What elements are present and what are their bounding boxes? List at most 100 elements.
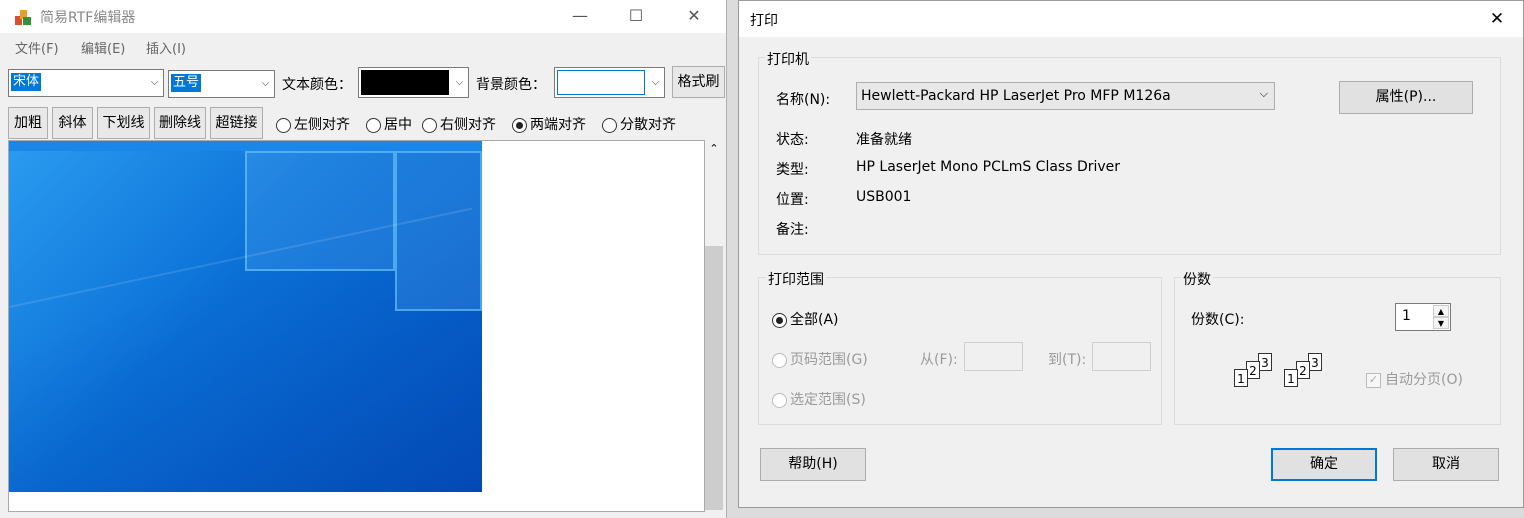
to-page-input[interactable] xyxy=(1092,342,1151,371)
collate-illustration: 3 2 1 3 2 1 xyxy=(1234,353,1344,395)
spin-down-icon[interactable]: ▼ xyxy=(1433,317,1449,329)
bg-color-swatch xyxy=(557,70,645,95)
status-value: 准备就绪 xyxy=(856,132,912,148)
print-dialog: 打印 ✕ 打印机 名称(N): Hewlett-Packard HP Laser… xyxy=(738,0,1524,508)
spin-up-icon[interactable]: ▲ xyxy=(1433,305,1449,317)
align-distributed-option[interactable]: 分散对齐 xyxy=(602,114,676,134)
text-color-swatch xyxy=(361,70,449,95)
radio-icon xyxy=(772,352,787,368)
checkbox-checked-icon: ✓ xyxy=(1366,372,1381,388)
window-pane-shape xyxy=(395,151,482,311)
page-icon: 1 xyxy=(1234,369,1248,387)
radio-icon xyxy=(602,117,617,133)
range-pages-option[interactable]: 页码范围(G) xyxy=(772,349,868,369)
printer-name-select[interactable]: Hewlett-Packard HP LaserJet Pro MFP M126… xyxy=(856,82,1275,110)
copies-group xyxy=(1174,277,1501,425)
align-justify-option[interactable]: 两端对齐 xyxy=(512,114,586,134)
close-icon: ✕ xyxy=(1489,9,1505,29)
strikethrough-button[interactable]: 删除线 xyxy=(154,107,206,139)
close-button[interactable]: ✕ xyxy=(1477,4,1517,34)
bold-button[interactable]: 加粗 xyxy=(8,107,48,139)
chevron-down-icon: ⌵ xyxy=(651,77,660,88)
help-button[interactable]: 帮助(H) xyxy=(760,448,866,481)
range-pages-label: 页码范围(G) xyxy=(790,352,868,368)
type-value: HP LaserJet Mono PCLmS Class Driver xyxy=(856,159,1121,175)
text-color-picker[interactable]: ⌵ xyxy=(358,67,469,98)
close-icon: ✕ xyxy=(687,6,701,25)
printer-group-title: 打印机 xyxy=(765,49,811,69)
font-name-select[interactable]: 宋体 ⌵ xyxy=(8,69,164,97)
bg-color-label: 背景颜色： xyxy=(476,77,546,93)
range-all-label: 全部(A) xyxy=(790,312,839,328)
page-icon: 2 xyxy=(1246,361,1260,379)
properties-button[interactable]: 属性(P)... xyxy=(1339,81,1473,114)
font-size-value: 五号 xyxy=(171,74,202,92)
hyperlink-button[interactable]: 超链接 xyxy=(210,107,263,139)
radio-icon xyxy=(772,392,787,408)
font-name-value: 宋体 xyxy=(11,73,42,91)
collate-checkbox[interactable]: ✓ 自动分页(O) xyxy=(1366,369,1463,389)
align-left-option[interactable]: 左侧对齐 xyxy=(276,114,350,134)
editor-title: 简易RTF编辑器 xyxy=(40,10,136,26)
embedded-image xyxy=(9,141,482,492)
type-label: 类型: xyxy=(776,162,809,178)
location-label: 位置: xyxy=(776,192,809,208)
radio-icon xyxy=(422,117,437,133)
ok-button[interactable]: 确定 xyxy=(1271,448,1377,481)
chevron-down-icon: ⌵ xyxy=(455,77,464,88)
align-center-label: 居中 xyxy=(384,117,412,133)
menu-edit[interactable]: 编辑(E) xyxy=(81,38,125,57)
print-title: 打印 xyxy=(750,13,778,29)
rich-text-area[interactable] xyxy=(8,140,705,512)
page-icon: 3 xyxy=(1308,353,1322,371)
chevron-down-icon: ⌵ xyxy=(261,78,270,89)
cancel-button[interactable]: 取消 xyxy=(1393,448,1499,481)
scrollbar-thumb[interactable] xyxy=(705,246,723,510)
radio-selected-icon xyxy=(772,312,787,328)
menu-file[interactable]: 文件(F) xyxy=(15,38,59,57)
to-label: 到(T): xyxy=(1048,352,1087,368)
menu-insert[interactable]: 插入(I) xyxy=(146,38,186,57)
minimize-button[interactable]: — xyxy=(557,0,603,33)
align-center-option[interactable]: 居中 xyxy=(366,114,412,134)
italic-button[interactable]: 斜体 xyxy=(52,107,93,139)
from-label: 从(F): xyxy=(920,352,958,368)
range-all-option[interactable]: 全部(A) xyxy=(772,309,839,329)
align-distributed-label: 分散对齐 xyxy=(620,117,676,133)
radio-selected-icon xyxy=(512,117,527,133)
editor-titlebar: 简易RTF编辑器 — ☐ ✕ xyxy=(0,0,726,33)
align-justify-label: 两端对齐 xyxy=(530,117,586,133)
rtf-editor-window: 简易RTF编辑器 — ☐ ✕ 文件(F) 编辑(E) 插入(I) 宋体 ⌵ 五号… xyxy=(0,0,727,518)
name-label: 名称(N): xyxy=(776,92,831,108)
maximize-button[interactable]: ☐ xyxy=(613,0,659,33)
radio-icon xyxy=(366,117,381,133)
format-brush-button[interactable]: 格式刷 xyxy=(672,66,725,98)
vertical-scrollbar[interactable]: ⌃ xyxy=(705,140,723,512)
range-selection-option[interactable]: 选定范围(S) xyxy=(772,389,866,409)
copies-group-title: 份数 xyxy=(1181,269,1213,289)
printer-name-value: Hewlett-Packard HP LaserJet Pro MFP M126… xyxy=(861,88,1171,104)
close-button[interactable]: ✕ xyxy=(671,0,717,33)
text-color-label: 文本颜色： xyxy=(282,77,352,93)
page-icon: 3 xyxy=(1258,353,1272,371)
collate-label: 自动分页(O) xyxy=(1385,372,1463,388)
from-page-input[interactable] xyxy=(964,342,1023,371)
comment-label: 备注: xyxy=(776,222,809,238)
chevron-down-icon: ⌵ xyxy=(150,77,159,88)
scroll-up-icon[interactable]: ⌃ xyxy=(705,142,723,155)
copies-label: 份数(C): xyxy=(1191,312,1245,328)
copies-value: 1 xyxy=(1402,308,1411,324)
print-range-title: 打印范围 xyxy=(766,269,826,289)
radio-icon xyxy=(276,117,291,133)
bg-color-picker[interactable]: ⌵ xyxy=(554,67,665,98)
app-icon xyxy=(14,8,32,26)
maximize-icon: ☐ xyxy=(628,6,644,25)
location-value: USB001 xyxy=(856,189,912,205)
image-top-strip xyxy=(9,141,482,151)
underline-button[interactable]: 下划线 xyxy=(97,107,150,139)
chevron-down-icon: ⌵ xyxy=(1259,87,1268,100)
align-right-option[interactable]: 右侧对齐 xyxy=(422,114,496,134)
copies-spinner[interactable]: 1 ▲ ▼ xyxy=(1395,303,1451,331)
range-selection-label: 选定范围(S) xyxy=(790,392,866,408)
font-size-select[interactable]: 五号 ⌵ xyxy=(168,70,275,98)
